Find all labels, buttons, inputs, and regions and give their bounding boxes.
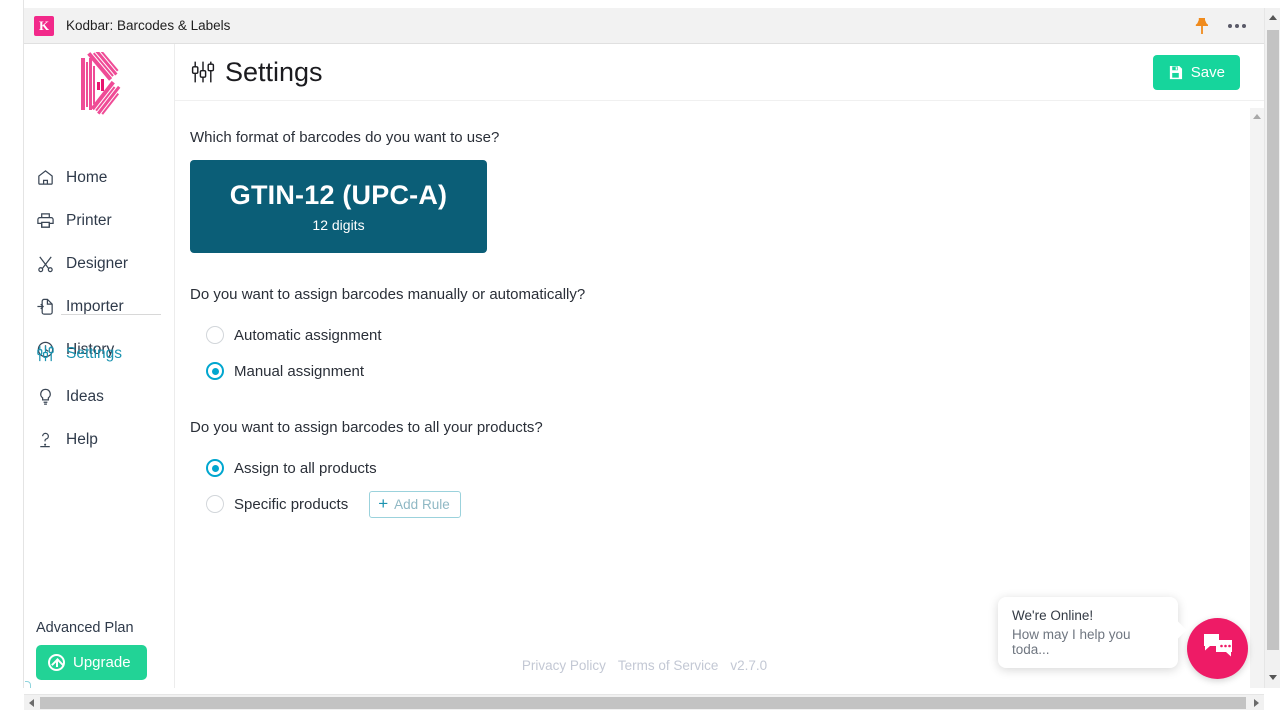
radio-option-label: Manual assignment bbox=[234, 362, 365, 380]
window-left-gutter bbox=[0, 0, 24, 688]
radio-indicator[interactable] bbox=[206, 362, 224, 380]
more-options-icon[interactable] bbox=[1228, 23, 1246, 28]
brand-logo-icon[interactable] bbox=[73, 47, 135, 118]
assignment-mode-radio-group: Automatic assignment Manual assignment bbox=[190, 317, 1264, 389]
printer-icon bbox=[36, 211, 55, 230]
sidebar-item-designer[interactable]: Designer bbox=[25, 242, 175, 285]
sliders-icon bbox=[36, 344, 55, 363]
radio-option-manual-assignment[interactable]: Manual assignment bbox=[190, 353, 1264, 389]
sidebar-item-label: Designer bbox=[66, 254, 129, 272]
app-version: v2.7.0 bbox=[730, 657, 768, 673]
main-content: Settings Save Which format of barcodes d… bbox=[175, 44, 1264, 688]
chat-greeting-tooltip[interactable]: We're Online! How may I help you toda... bbox=[998, 597, 1178, 668]
pin-icon[interactable] bbox=[1194, 17, 1210, 35]
radio-option-automatic-assignment[interactable]: Automatic assignment bbox=[190, 317, 1264, 353]
radio-indicator[interactable] bbox=[206, 495, 224, 513]
radio-option-specific-products[interactable]: Specific products + Add Rule bbox=[190, 486, 1264, 522]
sidebar-item-label: Home bbox=[66, 168, 108, 186]
barcode-format-subtitle: 12 digits bbox=[312, 217, 365, 233]
floppy-disk-icon bbox=[1168, 65, 1183, 80]
window-scroll-down-arrow-icon[interactable] bbox=[1269, 675, 1277, 680]
plan-section: Advanced Plan Upgrade bbox=[25, 620, 175, 680]
titlebar-actions bbox=[1194, 17, 1254, 35]
sidebar-item-help[interactable]: Help bbox=[25, 418, 175, 461]
assignment-mode-question: Do you want to assign barcodes manually … bbox=[190, 286, 586, 303]
titlebar: K Kodbar: Barcodes & Labels bbox=[24, 8, 1264, 44]
window-vertical-scrollbar[interactable] bbox=[1264, 8, 1280, 688]
radio-option-label: Specific products bbox=[234, 495, 349, 513]
add-rule-button[interactable]: + Add Rule bbox=[369, 490, 461, 518]
product-scope-radio-group: Assign to all products Specific products… bbox=[190, 450, 1264, 522]
window-scroll-left-arrow-icon[interactable] bbox=[29, 699, 34, 707]
lightbulb-icon bbox=[36, 387, 55, 406]
sidebar-item-ideas[interactable]: Ideas bbox=[25, 375, 175, 418]
sidebar-divider bbox=[61, 314, 161, 315]
app-window: K Kodbar: Barcodes & Labels Home Printer… bbox=[0, 0, 1280, 720]
sidebar-item-printer[interactable]: Printer bbox=[25, 199, 175, 242]
upgrade-button[interactable]: Upgrade bbox=[36, 645, 147, 680]
offscreen-edge-element bbox=[25, 681, 31, 688]
upload-arrow-icon bbox=[48, 654, 65, 671]
radio-indicator[interactable] bbox=[206, 459, 224, 477]
chat-launcher-button[interactable] bbox=[1187, 618, 1248, 679]
sidebar-item-home[interactable]: Home bbox=[25, 156, 175, 199]
privacy-policy-link[interactable]: Privacy Policy bbox=[522, 658, 606, 673]
sliders-icon bbox=[190, 59, 216, 85]
chat-icon bbox=[1202, 632, 1234, 665]
radio-indicator[interactable] bbox=[206, 326, 224, 344]
window-title: Kodbar: Barcodes & Labels bbox=[66, 18, 231, 33]
barcode-format-question: Which format of barcodes do you want to … bbox=[190, 129, 500, 146]
sidebar-nav-secondary: Settings Ideas Help bbox=[25, 332, 175, 461]
question-icon bbox=[36, 430, 55, 449]
window-vertical-scroll-thumb[interactable] bbox=[1267, 30, 1279, 650]
window-scroll-right-arrow-icon[interactable] bbox=[1254, 699, 1259, 707]
app-frame: Home Printer Designer Importer History S… bbox=[25, 44, 1264, 688]
sidebar: Home Printer Designer Importer History S… bbox=[25, 44, 175, 688]
window-scroll-up-arrow-icon[interactable] bbox=[1269, 15, 1277, 20]
window-horizontal-scrollbar[interactable] bbox=[24, 694, 1264, 710]
designer-icon bbox=[36, 254, 55, 273]
terms-of-service-link[interactable]: Terms of Service bbox=[618, 658, 719, 673]
sidebar-item-label: Importer bbox=[66, 297, 124, 315]
sidebar-item-settings[interactable]: Settings bbox=[25, 332, 175, 375]
inner-vertical-scrollbar[interactable] bbox=[1250, 108, 1264, 688]
upgrade-button-label: Upgrade bbox=[73, 654, 131, 671]
save-button[interactable]: Save bbox=[1152, 55, 1240, 90]
sidebar-item-label: Help bbox=[66, 430, 98, 448]
importer-icon bbox=[36, 297, 55, 316]
sidebar-item-label: Settings bbox=[66, 344, 123, 362]
save-button-label: Save bbox=[1190, 64, 1225, 81]
page-title: Settings bbox=[225, 56, 323, 87]
plan-name: Advanced Plan bbox=[36, 620, 134, 636]
add-rule-button-label: Add Rule bbox=[394, 496, 450, 512]
barcode-format-card[interactable]: GTIN-12 (UPC-A) 12 digits bbox=[190, 160, 487, 253]
sidebar-item-importer[interactable]: Importer bbox=[25, 285, 175, 328]
radio-option-label: Assign to all products bbox=[234, 459, 377, 477]
window-horizontal-scroll-thumb[interactable] bbox=[40, 697, 1246, 709]
sidebar-item-label: Ideas bbox=[66, 387, 104, 405]
plus-icon: + bbox=[378, 494, 389, 513]
product-scope-question: Do you want to assign barcodes to all yo… bbox=[190, 419, 543, 436]
chat-greeting-title: We're Online! bbox=[1012, 608, 1094, 623]
barcode-format-title: GTIN-12 (UPC-A) bbox=[229, 180, 448, 210]
page-header: Settings Save bbox=[175, 44, 1264, 101]
chat-greeting-subtitle: How may I help you toda... bbox=[1012, 627, 1131, 657]
scroll-up-arrow-icon[interactable] bbox=[1253, 114, 1261, 119]
home-icon bbox=[36, 168, 55, 187]
radio-option-assign-all-products[interactable]: Assign to all products bbox=[190, 450, 1264, 486]
app-favicon: K bbox=[34, 15, 54, 36]
radio-option-label: Automatic assignment bbox=[234, 326, 382, 344]
sidebar-item-label: Printer bbox=[66, 211, 112, 229]
